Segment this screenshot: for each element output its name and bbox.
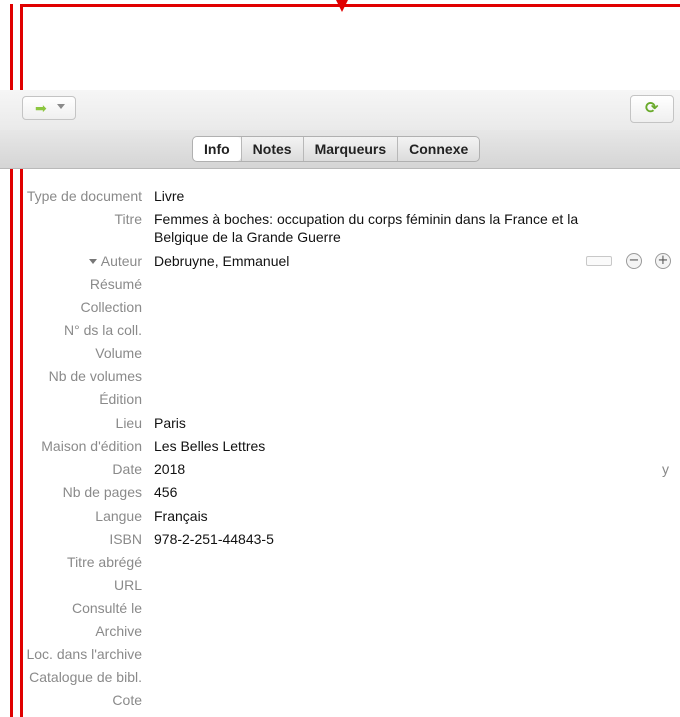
field-row: Collection (0, 298, 680, 321)
field-label: Nb de volumes (49, 367, 142, 385)
field-label-text: Maison d'édition (41, 438, 142, 454)
tab-notes[interactable]: Notes (240, 137, 303, 161)
field-label: Catalogue de bibl. (29, 668, 142, 686)
field-row: ISBN 978-2-251-44843-5 (0, 530, 680, 553)
field-label: Loc. dans l'archive (26, 645, 142, 663)
field-label: Titre (115, 210, 142, 228)
add-creator-button[interactable]: + (655, 253, 671, 269)
field-label-text: Édition (99, 391, 142, 407)
date-format-indicator: y (662, 461, 669, 477)
field-value[interactable]: 978-2-251-44843-5 (154, 530, 634, 548)
remove-creator-button[interactable]: − (626, 253, 642, 269)
field-value[interactable]: Paris (154, 414, 634, 432)
field-value[interactable]: Livre (154, 187, 634, 205)
field-row: N° ds la coll. (0, 321, 680, 344)
field-row: URL (0, 576, 680, 599)
field-row: Édition (0, 390, 680, 413)
sync-button[interactable]: ⟳ (630, 95, 674, 123)
field-label-text: Archive (95, 623, 142, 639)
field-row: Résumé (0, 275, 680, 298)
field-label: Collection (81, 298, 142, 316)
field-label: Résumé (90, 275, 142, 293)
field-label-text: Catalogue de bibl. (29, 669, 142, 685)
field-value[interactable]: Debruyne, Emmanuel (154, 252, 634, 270)
navigate-forward-button[interactable]: ➡ (22, 96, 76, 120)
field-label-text: Titre (114, 211, 142, 227)
chevron-down-icon (57, 104, 65, 109)
field-row: Auteur Debruyne, Emmanuel − + (0, 252, 680, 275)
field-label: Date (112, 460, 142, 478)
sync-icon: ⟳ (645, 100, 659, 117)
forward-arrow-icon: ➡ (35, 100, 47, 116)
field-row: Cote (0, 691, 680, 714)
field-row: Date 2018 y (0, 460, 680, 483)
field-label-text: Lieu (115, 415, 142, 431)
annotation-arrow-icon (336, 0, 348, 12)
field-row: Volume (0, 344, 680, 367)
field-label-text: URL (113, 577, 142, 593)
creator-type-dropdown-icon[interactable] (88, 259, 97, 264)
field-row: Langue Français (0, 507, 680, 530)
field-row: Type de document Livre (0, 187, 680, 210)
creator-name-mode-switch[interactable] (586, 256, 612, 266)
field-label: ISBN (109, 530, 142, 548)
field-label-text: Type de document (26, 188, 142, 204)
field-label: Maison d'édition (41, 437, 142, 455)
annotation-frame-top (20, 4, 680, 7)
field-label: Nb de pages (63, 483, 142, 501)
field-label-text: N° ds la coll. (64, 322, 142, 338)
field-label-text: Nb de volumes (48, 368, 142, 384)
field-label-text: Collection (80, 299, 142, 315)
field-label-text: Cote (112, 692, 142, 708)
field-row: Consulté le (0, 599, 680, 622)
field-label-text: Volume (95, 345, 142, 361)
field-label-text: Consulté le (71, 600, 142, 616)
field-row: Titre abrégé (0, 553, 680, 576)
field-label-text: Langue (95, 508, 142, 524)
field-row: Nb de volumes (0, 367, 680, 390)
item-pane-toolbar: ➡ ⟳ (0, 90, 680, 131)
field-row: Nb de pages 456 (0, 483, 680, 506)
field-label: Titre abrégé (67, 553, 142, 571)
field-label-text[interactable]: Auteur (101, 253, 142, 269)
field-row: Maison d'édition Les Belles Lettres (0, 437, 680, 460)
field-value[interactable]: Femmes à boches: occupation du corps fém… (154, 210, 634, 246)
field-value[interactable]: 456 (154, 483, 634, 501)
field-label: Cote (112, 691, 142, 709)
field-label-text: Résumé (89, 276, 142, 292)
field-row: Catalogue de bibl. (0, 668, 680, 691)
field-label-text: Nb de pages (62, 484, 142, 500)
field-label-text: Date (112, 461, 142, 477)
field-label: URL (114, 576, 142, 594)
field-label: Langue (95, 507, 142, 525)
tab-marqueurs[interactable]: Marqueurs (302, 137, 398, 161)
field-row: Lieu Paris (0, 414, 680, 437)
field-label: Auteur (88, 252, 142, 270)
field-label: Type de document (27, 187, 142, 205)
item-tab-bar: Info Notes Marqueurs Connexe (0, 130, 680, 169)
item-tabs: Info Notes Marqueurs Connexe (192, 136, 481, 162)
field-label-text: ISBN (109, 531, 142, 547)
field-label: Consulté le (72, 599, 142, 617)
field-row: Titre Femmes à boches: occupation du corp… (0, 210, 680, 245)
tab-info[interactable]: Info (193, 137, 241, 161)
field-label: Édition (99, 390, 142, 408)
field-label: Lieu (116, 414, 142, 432)
field-row: Archive (0, 622, 680, 645)
tab-connexe[interactable]: Connexe (397, 137, 479, 161)
field-value[interactable]: 2018 (154, 460, 634, 478)
field-label-text: Loc. dans l'archive (26, 646, 142, 662)
field-row: Loc. dans l'archive (0, 645, 680, 668)
field-label: Volume (95, 344, 142, 362)
field-value[interactable]: Les Belles Lettres (154, 437, 634, 455)
field-value[interactable]: Français (154, 507, 634, 525)
field-label-text: Titre abrégé (67, 554, 142, 570)
field-label: Archive (95, 622, 142, 640)
field-label: N° ds la coll. (64, 321, 142, 339)
